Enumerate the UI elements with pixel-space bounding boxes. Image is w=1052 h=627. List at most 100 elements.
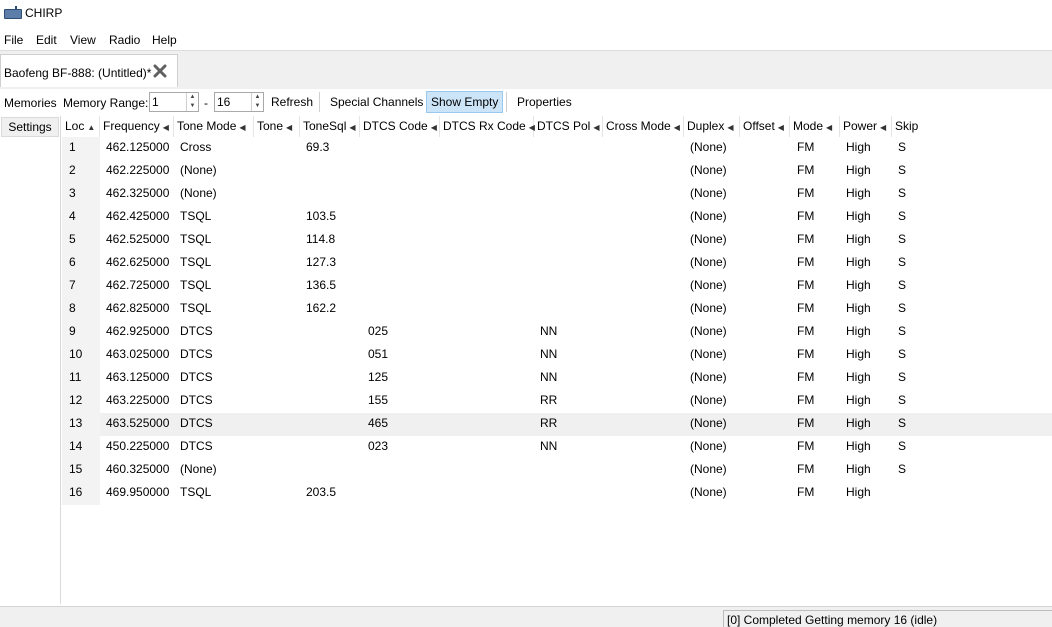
- table-row[interactable]: 12 463.225000 DTCS 155 RR (None) FM High S: [62, 390, 1052, 413]
- column-header-loc[interactable]: Loc ▲: [62, 116, 100, 137]
- cell-skip[interactable]: S: [898, 183, 906, 206]
- cell-loc[interactable]: 9: [69, 321, 76, 344]
- cell-power[interactable]: High: [846, 436, 871, 459]
- cell-mode[interactable]: FM: [797, 137, 814, 160]
- cell-duplex[interactable]: (None): [690, 390, 727, 413]
- menu-file[interactable]: File: [4, 33, 23, 47]
- cell-mode[interactable]: FM: [797, 459, 814, 482]
- column-header-skip[interactable]: Skip: [892, 116, 952, 137]
- cell-power[interactable]: High: [846, 321, 871, 344]
- cell-skip[interactable]: S: [898, 390, 906, 413]
- cell-frequency[interactable]: 463.025000: [106, 344, 169, 367]
- column-header-cross-mode[interactable]: Cross Mode ◀: [603, 116, 684, 137]
- cell-power[interactable]: High: [846, 344, 871, 367]
- settings-tab[interactable]: Settings: [1, 117, 59, 137]
- column-header-dtcs-pol[interactable]: DTCS Pol ◀: [534, 116, 603, 137]
- cell-frequency[interactable]: 462.325000: [106, 183, 169, 206]
- cell-power[interactable]: High: [846, 413, 871, 436]
- cell-frequency[interactable]: 469.950000: [106, 482, 169, 505]
- table-row[interactable]: 16 469.950000 TSQL 203.5 (None) FM High: [62, 482, 1052, 505]
- cell-loc[interactable]: 15: [69, 459, 82, 482]
- cell-frequency[interactable]: 462.525000: [106, 229, 169, 252]
- cell-duplex[interactable]: (None): [690, 344, 727, 367]
- spin-up-icon[interactable]: ▲: [187, 93, 198, 102]
- cell-tone-mode[interactable]: (None): [180, 183, 217, 206]
- cell-frequency[interactable]: 460.325000: [106, 459, 169, 482]
- table-row[interactable]: 10 463.025000 DTCS 051 NN (None) FM High S: [62, 344, 1052, 367]
- cell-power[interactable]: High: [846, 229, 871, 252]
- cell-dtcs-pol[interactable]: RR: [540, 390, 557, 413]
- table-row[interactable]: 11 463.125000 DTCS 125 NN (None) FM High S: [62, 367, 1052, 390]
- cell-tone-mode[interactable]: DTCS: [180, 390, 213, 413]
- cell-skip[interactable]: S: [898, 321, 906, 344]
- cell-tonesql[interactable]: 127.3: [306, 252, 336, 275]
- cell-dtcs-code[interactable]: 465: [368, 413, 388, 436]
- cell-dtcs-pol[interactable]: NN: [540, 367, 557, 390]
- cell-frequency[interactable]: 463.525000: [106, 413, 169, 436]
- cell-duplex[interactable]: (None): [690, 206, 727, 229]
- cell-power[interactable]: High: [846, 183, 871, 206]
- column-header-tonesql[interactable]: ToneSql ◀: [300, 116, 360, 137]
- cell-loc[interactable]: 6: [69, 252, 76, 275]
- cell-power[interactable]: High: [846, 367, 871, 390]
- cell-loc[interactable]: 13: [69, 413, 82, 436]
- cell-dtcs-pol[interactable]: NN: [540, 436, 557, 459]
- cell-tone-mode[interactable]: TSQL: [180, 229, 211, 252]
- cell-skip[interactable]: S: [898, 252, 906, 275]
- cell-dtcs-code[interactable]: 023: [368, 436, 388, 459]
- cell-skip[interactable]: S: [898, 413, 906, 436]
- cell-loc[interactable]: 11: [69, 367, 81, 390]
- cell-dtcs-pol[interactable]: NN: [540, 344, 557, 367]
- cell-tone-mode[interactable]: TSQL: [180, 482, 211, 505]
- cell-tonesql[interactable]: 69.3: [306, 137, 329, 160]
- menu-edit[interactable]: Edit: [36, 33, 57, 47]
- table-row[interactable]: 3 462.325000 (None) (None) FM High S: [62, 183, 1052, 206]
- cell-tonesql[interactable]: 203.5: [306, 482, 336, 505]
- cell-loc[interactable]: 10: [69, 344, 82, 367]
- cell-duplex[interactable]: (None): [690, 275, 727, 298]
- cell-skip[interactable]: S: [898, 275, 906, 298]
- cell-tone-mode[interactable]: DTCS: [180, 367, 213, 390]
- spin-down-icon[interactable]: ▼: [187, 102, 198, 111]
- cell-tone-mode[interactable]: DTCS: [180, 321, 213, 344]
- range-start-input[interactable]: [152, 95, 186, 109]
- cell-duplex[interactable]: (None): [690, 459, 727, 482]
- table-row[interactable]: 14 450.225000 DTCS 023 NN (None) FM High S: [62, 436, 1052, 459]
- cell-duplex[interactable]: (None): [690, 252, 727, 275]
- cell-tonesql[interactable]: 136.5: [306, 275, 336, 298]
- cell-skip[interactable]: S: [898, 206, 906, 229]
- cell-mode[interactable]: FM: [797, 344, 814, 367]
- table-row[interactable]: 2 462.225000 (None) (None) FM High S: [62, 160, 1052, 183]
- cell-mode[interactable]: FM: [797, 298, 814, 321]
- range-end-spinner[interactable]: ▲ ▼: [214, 92, 264, 112]
- cell-tone-mode[interactable]: TSQL: [180, 275, 211, 298]
- menu-view[interactable]: View: [70, 33, 96, 47]
- cell-power[interactable]: High: [846, 206, 871, 229]
- cell-tone-mode[interactable]: (None): [180, 160, 217, 183]
- cell-tone-mode[interactable]: DTCS: [180, 344, 213, 367]
- cell-tone-mode[interactable]: TSQL: [180, 206, 211, 229]
- cell-duplex[interactable]: (None): [690, 137, 727, 160]
- table-row[interactable]: 5 462.525000 TSQL 114.8 (None) FM High S: [62, 229, 1052, 252]
- cell-loc[interactable]: 14: [69, 436, 82, 459]
- cell-tone-mode[interactable]: DTCS: [180, 413, 213, 436]
- cell-duplex[interactable]: (None): [690, 367, 727, 390]
- spin-down-icon[interactable]: ▼: [252, 102, 263, 111]
- cell-power[interactable]: High: [846, 275, 871, 298]
- cell-frequency[interactable]: 463.125000: [106, 367, 169, 390]
- cell-skip[interactable]: S: [898, 367, 906, 390]
- range-end-input[interactable]: [217, 95, 251, 109]
- cell-skip[interactable]: S: [898, 229, 906, 252]
- cell-duplex[interactable]: (None): [690, 160, 727, 183]
- cell-skip[interactable]: S: [898, 298, 906, 321]
- table-row[interactable]: 7 462.725000 TSQL 136.5 (None) FM High S: [62, 275, 1052, 298]
- cell-tone-mode[interactable]: DTCS: [180, 436, 213, 459]
- cell-power[interactable]: High: [846, 482, 871, 505]
- cell-tonesql[interactable]: 162.2: [306, 298, 336, 321]
- cell-dtcs-code[interactable]: 125: [368, 367, 388, 390]
- cell-dtcs-code[interactable]: 155: [368, 390, 388, 413]
- cell-dtcs-pol[interactable]: NN: [540, 321, 557, 344]
- show-empty-toggle[interactable]: Show Empty: [426, 91, 504, 113]
- table-row[interactable]: 15 460.325000 (None) (None) FM High S: [62, 459, 1052, 482]
- cell-frequency[interactable]: 462.125000: [106, 137, 169, 160]
